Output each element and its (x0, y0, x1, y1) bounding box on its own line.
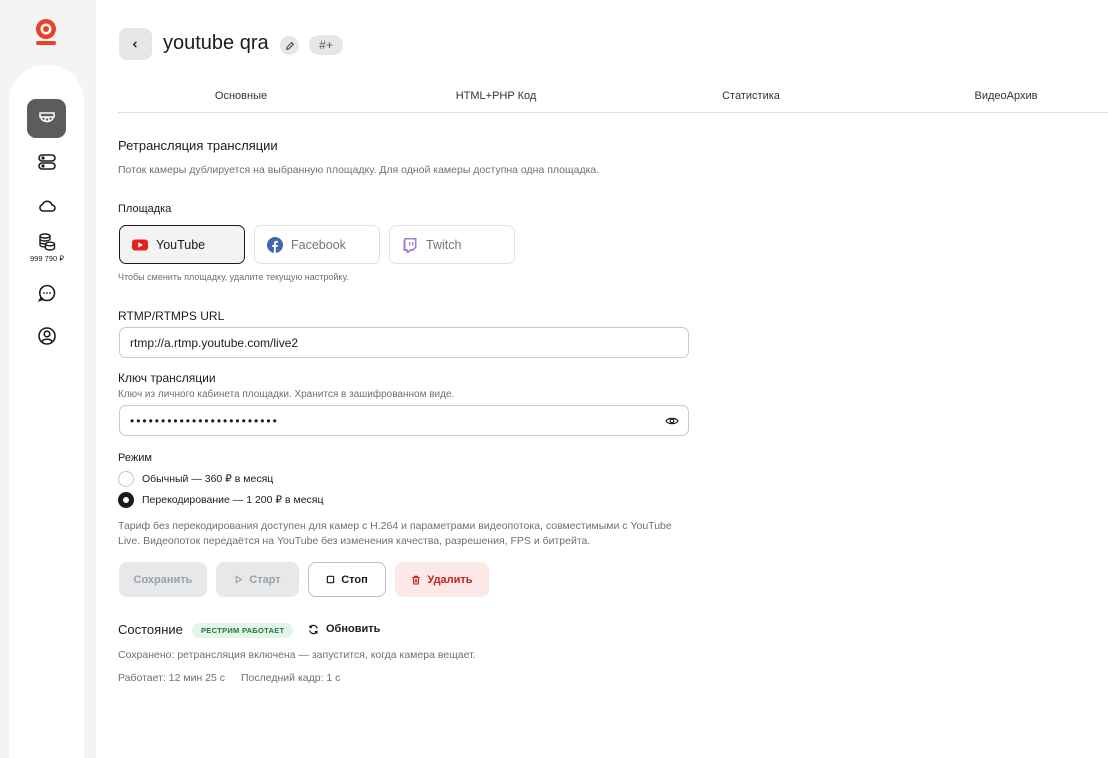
platform-youtube[interactable]: YouTube (119, 225, 245, 264)
stop-button-label: Стоп (341, 573, 368, 586)
stop-icon (326, 575, 335, 584)
coins-icon (38, 233, 55, 251)
platform-youtube-label: YouTube (156, 237, 206, 252)
youtube-icon (132, 239, 148, 250)
last-frame-text: Последний кадр: 1 с (241, 672, 341, 684)
nav-servers[interactable] (27, 142, 66, 181)
save-button[interactable]: Сохранить (119, 562, 207, 597)
chat-icon (37, 284, 55, 302)
platform-label: Площадка (118, 203, 172, 215)
refresh-label: Обновить (326, 623, 381, 635)
mode-label: Режим (118, 452, 152, 464)
uptime-text: Работает: 12 мин 25 с (118, 672, 226, 684)
mode-option-transcoding[interactable]: Перекодирование — 1 200 ₽ в месяц (118, 492, 324, 508)
platform-hint: Чтобы сменить площадку, удалите текущую … (118, 272, 349, 282)
mode-standard-label: Обычный — 360 ₽ в месяц (142, 473, 274, 485)
state-title: Состояние (118, 622, 183, 637)
platform-twitch-label: Twitch (426, 237, 462, 252)
trash-icon (412, 575, 420, 585)
tab-bar: Основные HTML+PHP Код Статистика ВидеоАр… (118, 82, 1108, 113)
eye-icon[interactable] (665, 414, 679, 428)
nav-cloud[interactable] (27, 186, 66, 225)
platform-facebook[interactable]: Facebook (254, 225, 380, 264)
add-tag-button[interactable]: #+ (309, 35, 343, 55)
nav-billing[interactable] (27, 229, 66, 255)
facebook-icon (267, 236, 283, 253)
radio-transcoding[interactable] (118, 492, 134, 508)
platform-facebook-label: Facebook (291, 237, 346, 252)
rtmp-url-input[interactable] (119, 327, 689, 358)
chevron-left-icon (132, 40, 137, 48)
camera-icon (38, 111, 55, 122)
stream-key-input[interactable] (119, 405, 689, 436)
tab-statistics[interactable]: Статистика (722, 90, 780, 102)
saved-message: Сохранено: ретрансляция включена — запус… (118, 649, 476, 661)
radio-standard[interactable] (118, 471, 134, 487)
save-button-label: Сохранить (133, 573, 193, 586)
pencil-icon (285, 41, 294, 50)
user-icon (37, 326, 56, 345)
stream-key-description: Ключ из личного кабинета площадки. Храни… (118, 389, 455, 400)
nav-profile[interactable] (27, 316, 66, 355)
tariff-note: Тариф без перекодирования доступен для к… (118, 520, 672, 547)
start-button-label: Старт (249, 573, 281, 586)
start-button[interactable]: Старт (216, 562, 299, 597)
cloud-icon (38, 200, 56, 212)
play-icon (235, 575, 243, 584)
status-badge: РЕСТРИМ РАБОТАЕТ (192, 623, 294, 638)
page-title: youtube qra (163, 32, 269, 54)
stop-button[interactable]: Стоп (308, 562, 386, 597)
edit-title-button[interactable] (280, 36, 299, 55)
server-icon (37, 153, 56, 170)
nav-cameras[interactable] (27, 99, 66, 138)
nav-chat[interactable] (27, 273, 66, 312)
delete-button-label: Удалить (427, 573, 473, 586)
tab-video-archive[interactable]: ВидеоАрхив (975, 90, 1038, 102)
logo-icon[interactable] (33, 18, 59, 46)
mode-option-standard[interactable]: Обычный — 360 ₽ в месяц (118, 471, 273, 487)
balance-amount: 999 790 ₽ (30, 254, 64, 263)
refresh-icon (309, 624, 318, 634)
stream-key-label: Ключ трансляции (118, 371, 216, 385)
restream-section-title: Ретрансляция трансляции (118, 138, 278, 153)
delete-button[interactable]: Удалить (395, 562, 489, 597)
tab-html-php-code[interactable]: HTML+PHP Код (456, 90, 537, 102)
back-button[interactable] (119, 28, 152, 60)
refresh-button[interactable]: Обновить (308, 623, 380, 635)
rtmp-url-label: RTMP/RTMPS URL (118, 309, 225, 323)
mode-transcoding-label: Перекодирование — 1 200 ₽ в месяц (142, 494, 324, 506)
main-panel: youtube qra #+ Основные HTML+PHP Код Ста… (96, 0, 1108, 758)
restream-section-description: Поток камеры дублируется на выбранную пл… (118, 164, 600, 176)
platform-twitch[interactable]: Twitch (389, 225, 515, 264)
tab-main[interactable]: Основные (215, 90, 267, 102)
twitch-icon (403, 237, 417, 253)
